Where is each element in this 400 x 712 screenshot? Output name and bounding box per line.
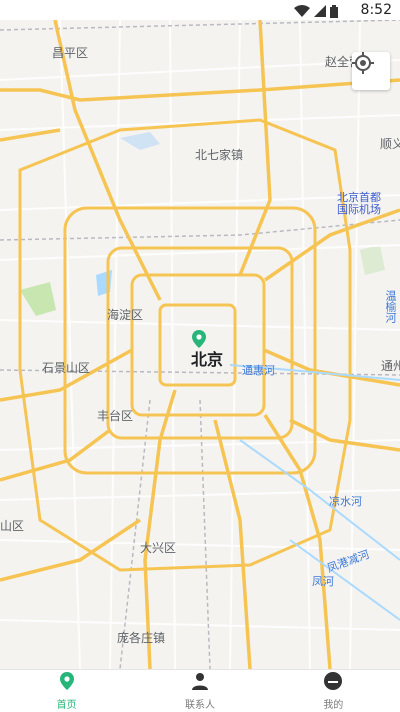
status-icons: [294, 3, 338, 22]
locate-me-button[interactable]: [352, 52, 390, 90]
map-label-tongzhou: 通州: [381, 359, 400, 373]
profile-icon: [324, 671, 343, 694]
person-icon: [191, 672, 209, 694]
map-label-beijing: 北京: [191, 350, 224, 369]
nav-item-contacts[interactable]: 联系人: [133, 670, 266, 712]
battery-icon: [330, 3, 338, 22]
map-label-fengtai: 丰台区: [97, 409, 134, 423]
nav-label-contacts: 联系人: [184, 699, 215, 711]
location-pin-icon: [59, 671, 74, 694]
map-label-shunyi: 顺义: [380, 137, 400, 151]
map-label-airport: 北京首都国际机场: [337, 191, 381, 216]
nav-label-mine: 我的: [323, 699, 344, 711]
map-label-shanqu: 山区: [0, 519, 25, 533]
map-label-liangshui-river: 凉水河: [329, 495, 362, 508]
map-label-tonghui-river: 通惠河: [242, 364, 275, 377]
status-bar: 8:52: [0, 0, 400, 20]
nav-item-home[interactable]: 首页: [0, 670, 133, 712]
map-label-haidian: 海淀区: [107, 308, 144, 322]
map-label-panggezhuang: 庞各庄镇: [117, 631, 166, 645]
status-time: 8:52: [360, 2, 392, 18]
map-label-beiqijia: 北七家镇: [195, 148, 244, 162]
map-label-wenyu-river: 温榆河: [384, 290, 397, 323]
wifi-icon: [294, 3, 310, 22]
nav-label-home: 首页: [56, 699, 77, 711]
bottom-nav: 首页 联系人 我的: [0, 669, 400, 712]
map-label-changping: 昌平区: [52, 46, 89, 60]
map-view[interactable]: 昌平区 北七家镇 赵全营 顺义 海淀区 石景山区 丰台区 大兴区 庞各庄镇 通州…: [0, 20, 400, 669]
signal-icon: [314, 3, 326, 22]
map-label-feng-river: 凤河: [312, 575, 334, 588]
map-label-daxing: 大兴区: [140, 541, 177, 555]
nav-item-mine[interactable]: 我的: [267, 670, 400, 712]
map-label-shijingshan: 石景山区: [42, 361, 91, 375]
